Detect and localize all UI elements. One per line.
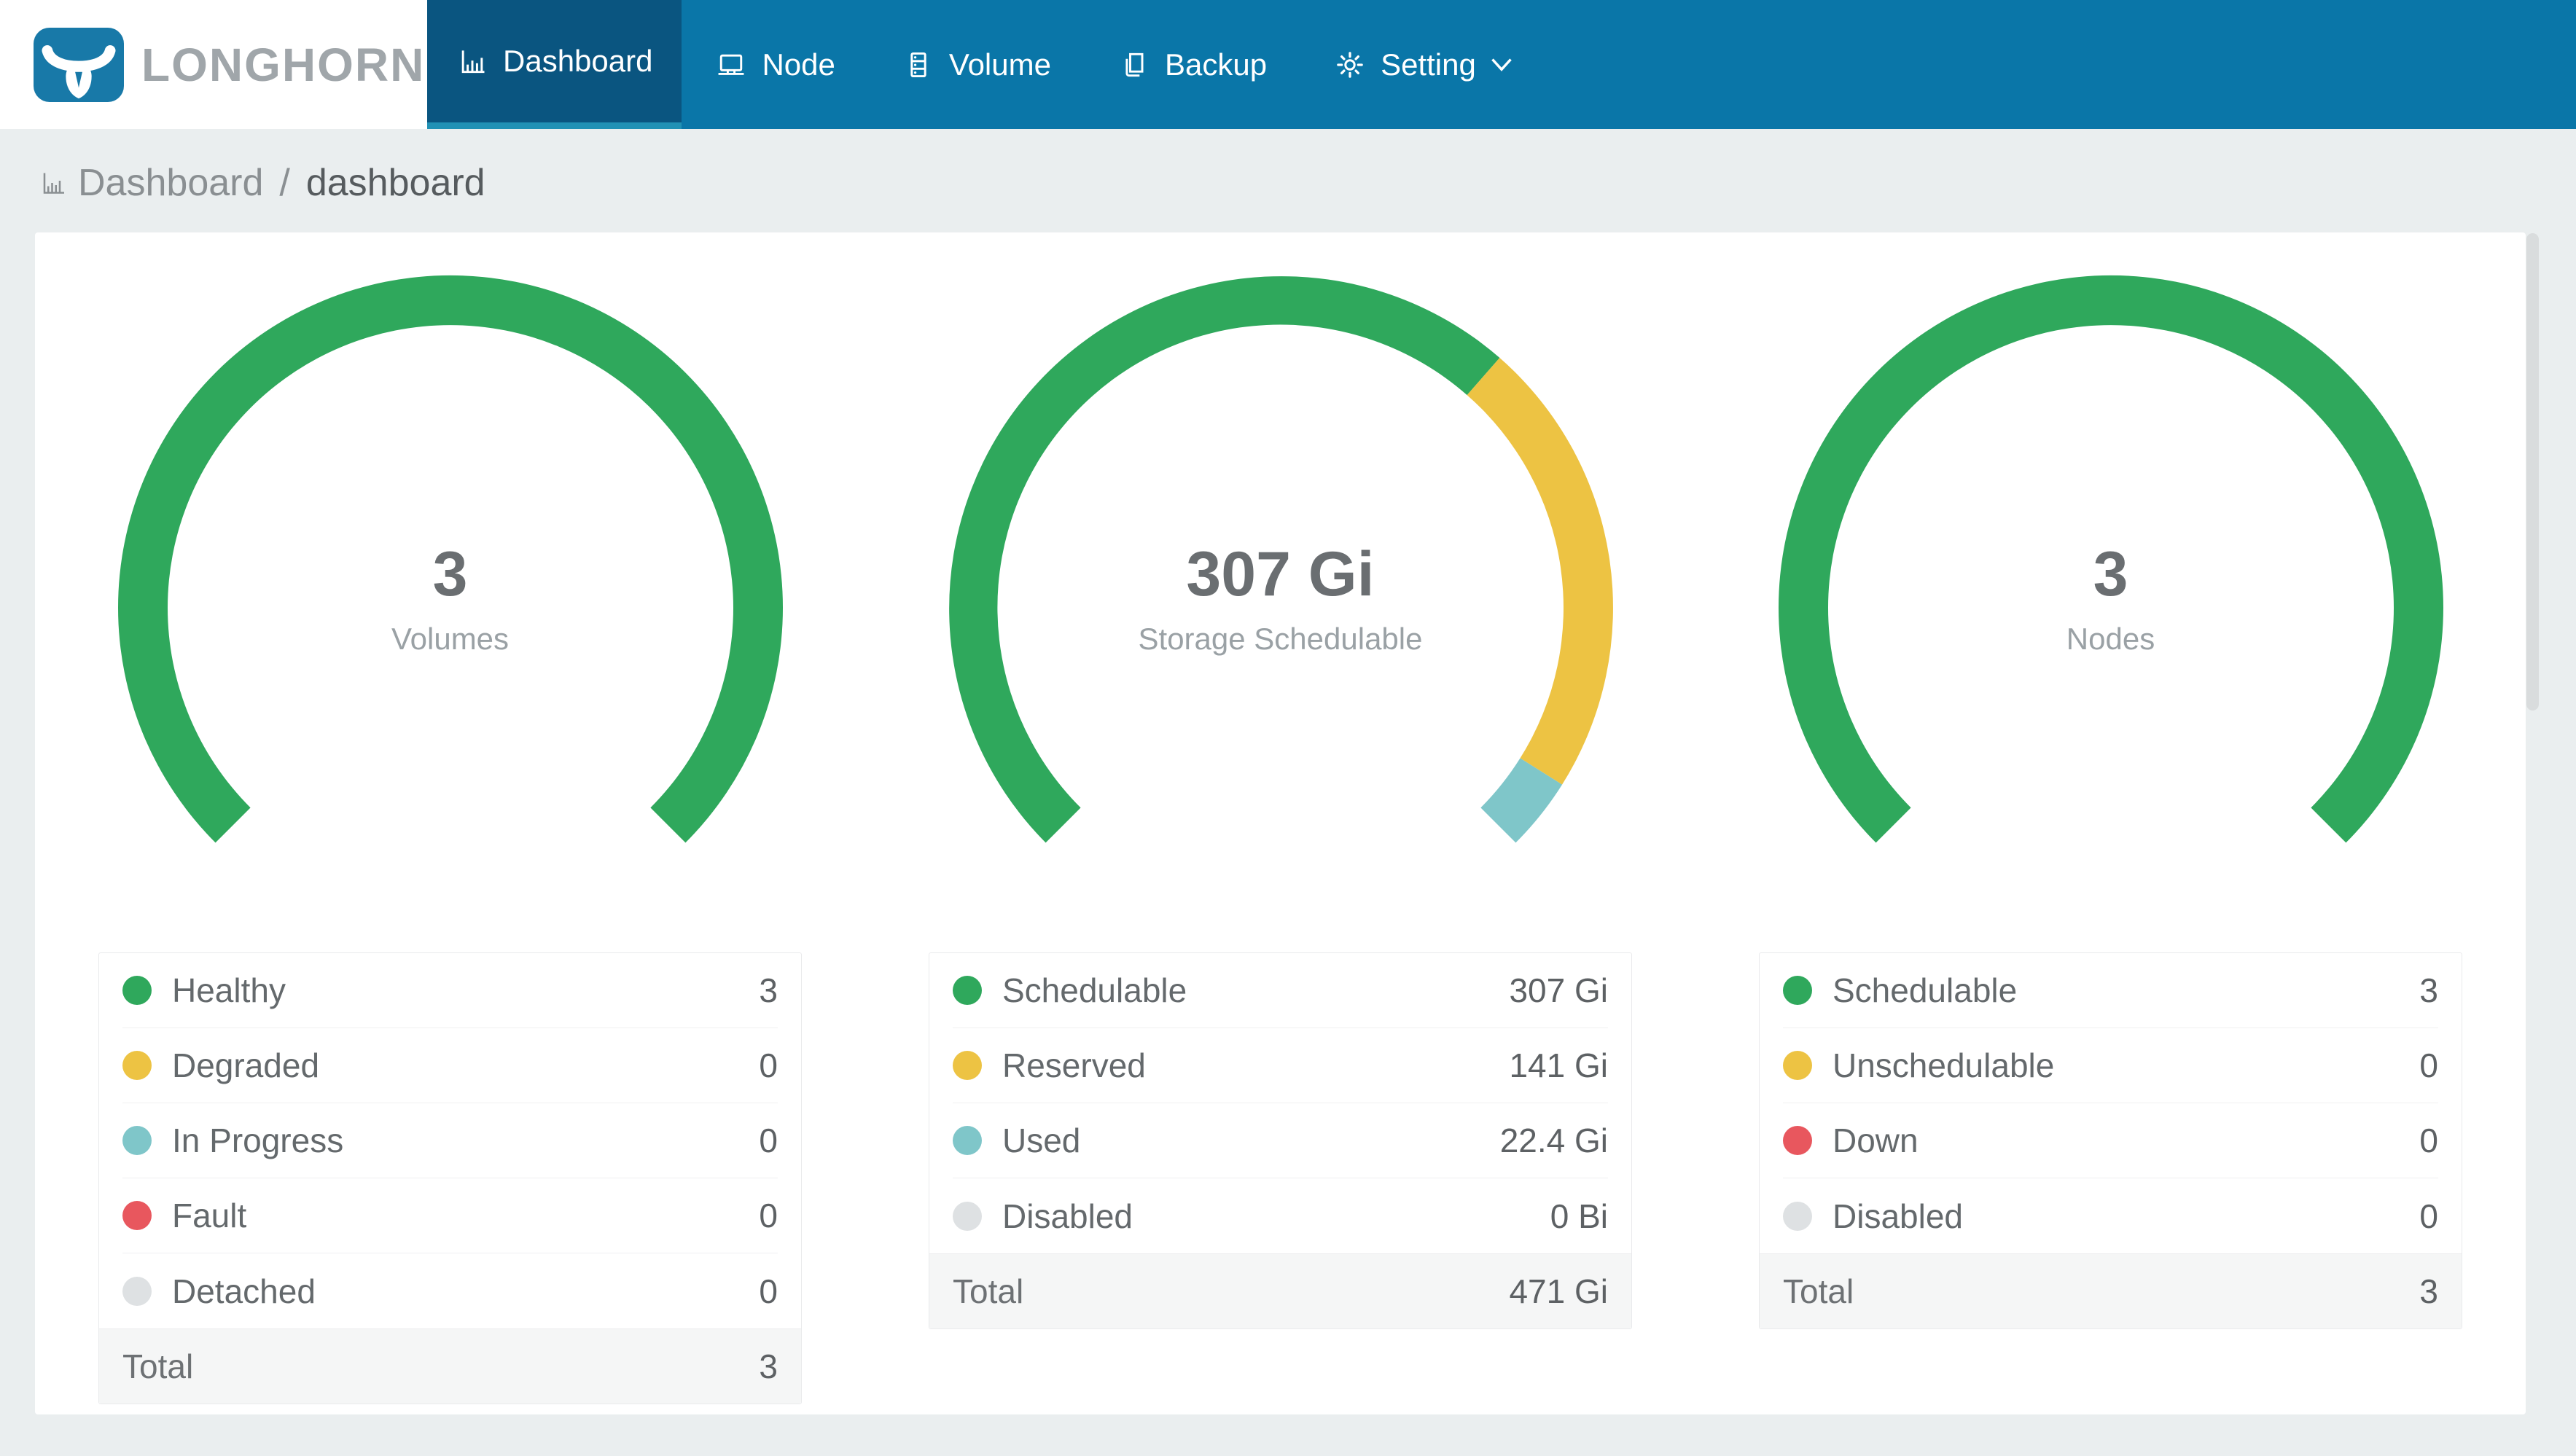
schedulable-dot-icon bbox=[1783, 976, 1812, 1005]
storage-legend: Schedulable 307 Gi Reserved 141 Gi Used … bbox=[929, 952, 1632, 1329]
legend-row: Degraded 0 bbox=[122, 1028, 778, 1103]
legend-total-row: Total 3 bbox=[1760, 1253, 2462, 1328]
breadcrumb: Dashboard / dashboard bbox=[40, 161, 2576, 205]
chart-bar-icon bbox=[461, 50, 485, 74]
nav-item-label: Setting bbox=[1381, 47, 1476, 82]
copy-icon bbox=[1125, 52, 1144, 77]
bull-icon bbox=[42, 44, 116, 98]
gauge-value: 3 bbox=[2093, 539, 2128, 609]
disabled-dot-icon bbox=[953, 1201, 982, 1231]
breadcrumb-page: dashboard bbox=[305, 162, 485, 204]
breadcrumb-section[interactable]: Dashboard bbox=[78, 161, 263, 205]
disabled-dot-icon bbox=[1783, 1201, 1812, 1231]
nav-item-volume[interactable]: Volume bbox=[869, 0, 1085, 129]
gauge-value: 307 Gi bbox=[1186, 539, 1375, 609]
nodes-legend: Schedulable 3 Unschedulable 0 Down 0 Dis… bbox=[1759, 952, 2462, 1329]
nav-item-label: Volume bbox=[948, 47, 1051, 82]
legend-row: Schedulable 307 Gi bbox=[953, 953, 1608, 1028]
legend-row: Reserved 141 Gi bbox=[953, 1028, 1608, 1103]
legend-row: Down 0 bbox=[1783, 1103, 2438, 1178]
brand-name: LONGHORN bbox=[141, 38, 426, 91]
legend-row: Unschedulable 0 bbox=[1783, 1028, 2438, 1103]
storage-gauge: 307 Gi Storage Schedulable bbox=[948, 275, 1613, 858]
legend-row: Disabled 0 bbox=[1783, 1178, 2438, 1253]
down-dot-icon bbox=[1783, 1126, 1812, 1155]
schedulable-dot-icon bbox=[953, 976, 982, 1005]
legend-row: Used 22.4 Gi bbox=[953, 1103, 1608, 1178]
nodes-gauge: 3 Nodes bbox=[1778, 275, 2443, 858]
legend-row: In Progress 0 bbox=[122, 1103, 778, 1178]
volumes-gauge: 3 Volumes bbox=[117, 275, 783, 858]
gauge-label: Nodes bbox=[2066, 622, 2155, 656]
volumes-panel: 3 Volumes Healthy 3 Degraded 0 In Progre… bbox=[35, 232, 865, 1414]
gauge-value: 3 bbox=[432, 539, 468, 609]
gear-icon bbox=[1337, 51, 1363, 78]
chart-bar-icon bbox=[43, 173, 64, 194]
dashboard-card: 3 Volumes Healthy 3 Degraded 0 In Progre… bbox=[35, 232, 2526, 1414]
nav-item-node[interactable]: Node bbox=[682, 0, 868, 129]
nav-item-label: Dashboard bbox=[503, 44, 653, 78]
gauge-label: Volumes bbox=[391, 622, 510, 656]
healthy-dot-icon bbox=[122, 976, 152, 1005]
nav-item-backup[interactable]: Backup bbox=[1085, 0, 1300, 129]
chevron-down-icon bbox=[1491, 58, 1512, 71]
server-icon bbox=[910, 52, 926, 77]
nav-item-label: Backup bbox=[1164, 47, 1268, 82]
breadcrumb-separator: / bbox=[279, 162, 290, 204]
nav-item-setting[interactable]: Setting bbox=[1300, 0, 1546, 129]
unschedulable-dot-icon bbox=[1783, 1051, 1812, 1080]
logo-area[interactable]: LONGHORN bbox=[0, 0, 427, 129]
main-nav: Dashboard Node Volume Backup Setting bbox=[427, 0, 2576, 129]
legend-row: Disabled 0 Bi bbox=[953, 1178, 1608, 1253]
legend-total-row: Total 3 bbox=[99, 1328, 801, 1404]
reserved-dot-icon bbox=[953, 1051, 982, 1080]
nav-item-label: Node bbox=[762, 47, 835, 82]
vertical-scrollbar[interactable] bbox=[2526, 233, 2539, 711]
storage-panel: 307 Gi Storage Schedulable Schedulable 3… bbox=[865, 232, 1695, 1414]
detached-dot-icon bbox=[122, 1276, 152, 1306]
legend-row: Fault 0 bbox=[122, 1178, 778, 1253]
in-progress-dot-icon bbox=[122, 1126, 152, 1155]
legend-total-row: Total 471 Gi bbox=[929, 1253, 1631, 1328]
used-dot-icon bbox=[953, 1126, 982, 1155]
longhorn-logo-icon bbox=[34, 27, 124, 102]
degraded-dot-icon bbox=[122, 1051, 152, 1080]
laptop-icon bbox=[719, 54, 744, 75]
nodes-panel: 3 Nodes Schedulable 3 Unschedulable 0 Do… bbox=[1695, 232, 2526, 1414]
nav-item-dashboard[interactable]: Dashboard bbox=[427, 0, 682, 129]
fault-dot-icon bbox=[122, 1201, 152, 1230]
legend-row: Detached 0 bbox=[122, 1253, 778, 1328]
legend-row: Schedulable 3 bbox=[1783, 953, 2438, 1028]
gauge-label: Storage Schedulable bbox=[1138, 622, 1423, 656]
volumes-legend: Healthy 3 Degraded 0 In Progress 0 Fault… bbox=[98, 952, 802, 1404]
app-header: LONGHORN Dashboard Node Volume Backup Se… bbox=[0, 0, 2576, 129]
legend-row: Healthy 3 bbox=[122, 953, 778, 1028]
